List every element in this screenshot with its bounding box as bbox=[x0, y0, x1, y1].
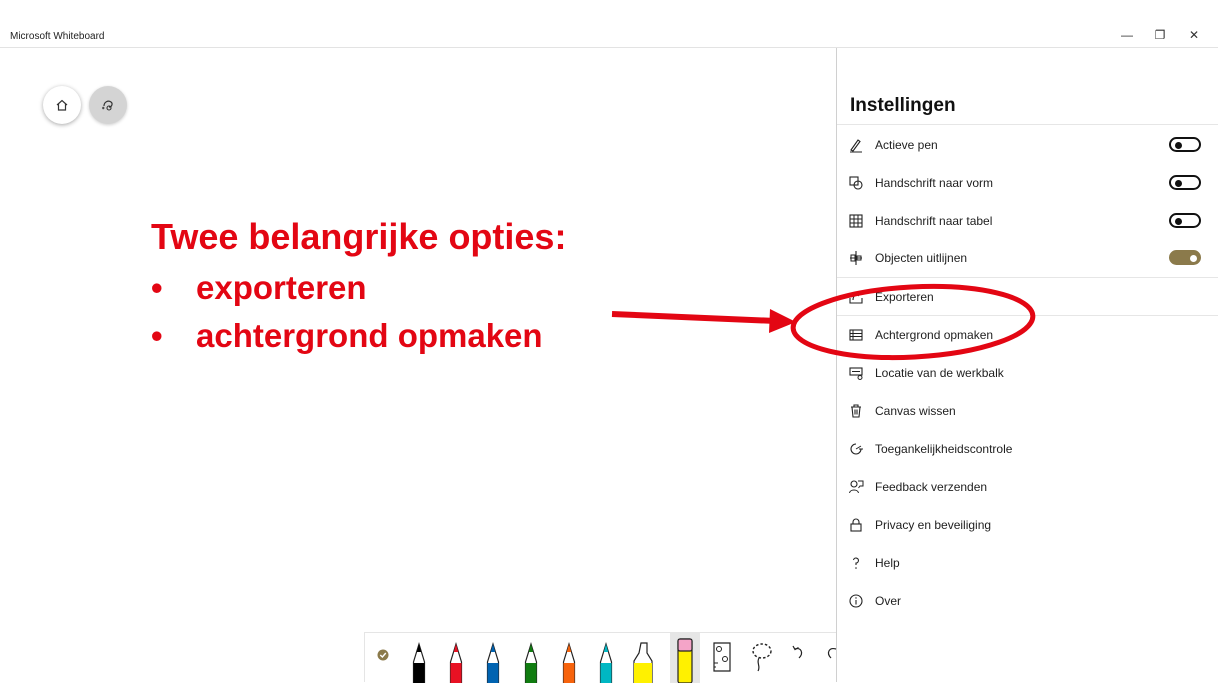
accessibility-icon bbox=[850, 443, 863, 455]
annotation-bullet-label: achtergrond opmaken bbox=[196, 317, 543, 354]
home-icon bbox=[56, 99, 68, 111]
background-icon bbox=[849, 329, 863, 341]
tool-pen-green[interactable] bbox=[516, 633, 546, 684]
setting-row-align-objects[interactable]: Objecten uitlijnen bbox=[837, 239, 1218, 277]
tool-ruler[interactable] bbox=[707, 633, 737, 683]
menu-label: Feedback verzenden bbox=[875, 480, 988, 494]
inking-toolbar bbox=[364, 632, 837, 684]
tool-pen-teal[interactable] bbox=[591, 633, 621, 684]
redo-icon bbox=[827, 648, 837, 659]
table-icon bbox=[849, 214, 863, 228]
menu-item-about[interactable]: Over bbox=[837, 582, 1218, 620]
menu-item-export[interactable]: Exporteren bbox=[837, 278, 1218, 316]
tool-pen-black[interactable] bbox=[404, 633, 434, 684]
menu-label: Achtergrond opmaken bbox=[875, 328, 994, 342]
toolbar-location-icon bbox=[849, 367, 863, 380]
menu-label: Help bbox=[875, 556, 900, 570]
menu-item-help[interactable]: Help bbox=[837, 544, 1218, 582]
tool-finish[interactable] bbox=[368, 633, 398, 683]
annotation-bullet-background: • achtergrond opmaken bbox=[151, 317, 543, 355]
eraser-icon bbox=[677, 638, 693, 684]
setting-row-ink-to-table[interactable]: Handschrift naar tabel bbox=[837, 202, 1218, 240]
toggle-knob bbox=[1175, 141, 1182, 149]
pen-red-icon bbox=[449, 641, 463, 684]
export-icon bbox=[849, 291, 863, 304]
ruler-icon bbox=[713, 642, 731, 672]
app-title: Microsoft Whiteboard bbox=[10, 31, 105, 42]
bullet-marker: • bbox=[151, 269, 163, 306]
setting-row-active-pen[interactable]: Actieve pen bbox=[837, 126, 1218, 164]
info-icon bbox=[849, 594, 863, 608]
highlighter-yellow-icon bbox=[633, 642, 653, 684]
tool-pen-orange[interactable] bbox=[554, 633, 584, 684]
toggle-active-pen[interactable] bbox=[1169, 137, 1201, 152]
menu-item-format-background[interactable]: Achtergrond opmaken bbox=[837, 316, 1218, 354]
toggle-knob bbox=[1190, 254, 1197, 262]
toggle-align-objects[interactable] bbox=[1169, 250, 1201, 265]
minimize-button[interactable]: — bbox=[1116, 26, 1138, 44]
shapes-icon bbox=[849, 176, 863, 190]
tool-eraser[interactable] bbox=[670, 633, 700, 684]
menu-item-send-feedback[interactable]: Feedback verzenden bbox=[837, 468, 1218, 506]
tool-pen-red[interactable] bbox=[441, 633, 471, 684]
title-bar: Microsoft Whiteboard — ❐ ✕ bbox=[0, 0, 1218, 48]
tool-redo[interactable] bbox=[815, 633, 845, 683]
menu-label: Exporteren bbox=[875, 290, 934, 304]
settings-title: Instellingen bbox=[850, 95, 956, 116]
close-button[interactable]: ✕ bbox=[1183, 26, 1205, 44]
settings-panel: Instellingen Actieve pen Handschrift naa… bbox=[836, 48, 1218, 682]
annotation-heading: Twee belangrijke opties: bbox=[151, 216, 567, 257]
menu-item-clear-canvas[interactable]: Canvas wissen bbox=[837, 392, 1218, 430]
setting-row-ink-to-shape[interactable]: Handschrift naar vorm bbox=[837, 164, 1218, 202]
home-button[interactable] bbox=[43, 86, 81, 124]
help-icon bbox=[852, 557, 859, 569]
annotation-bullet-export: • exporteren bbox=[151, 269, 367, 307]
pen-blue-icon bbox=[486, 641, 500, 684]
lock-icon bbox=[850, 518, 862, 532]
feedback-icon bbox=[849, 480, 864, 494]
annotation-bullet-label: exporteren bbox=[196, 269, 367, 306]
menu-label: Privacy en beveiliging bbox=[875, 518, 992, 532]
tool-pen-blue[interactable] bbox=[478, 633, 508, 684]
bullet-marker: • bbox=[151, 317, 163, 354]
pen-icon bbox=[850, 139, 862, 153]
tool-undo[interactable] bbox=[783, 633, 813, 683]
toggle-ink-to-shape[interactable] bbox=[1169, 175, 1201, 190]
whiteboard-canvas[interactable] bbox=[0, 48, 836, 682]
toggle-ink-to-table[interactable] bbox=[1169, 213, 1201, 228]
invite-button[interactable] bbox=[89, 86, 127, 124]
pen-green-icon bbox=[524, 641, 538, 684]
menu-label: Canvas wissen bbox=[875, 404, 956, 418]
setting-label: Actieve pen bbox=[875, 138, 938, 152]
setting-label: Handschrift naar tabel bbox=[875, 214, 993, 228]
undo-icon bbox=[792, 645, 803, 659]
setting-label: Objecten uitlijnen bbox=[875, 251, 968, 265]
menu-label: Toegankelijkheidscontrole bbox=[875, 442, 1013, 456]
restore-button[interactable]: ❐ bbox=[1149, 26, 1171, 44]
pen-teal-icon bbox=[599, 641, 613, 684]
menu-item-toolbar-location[interactable]: Locatie van de werkbalk bbox=[837, 354, 1218, 392]
tool-highlighter-yellow[interactable] bbox=[628, 633, 658, 684]
divider bbox=[837, 124, 1218, 125]
tool-lasso[interactable] bbox=[747, 633, 777, 683]
menu-label: Locatie van de werkbalk bbox=[875, 366, 1004, 380]
trash-icon bbox=[851, 404, 861, 418]
invite-icon bbox=[102, 100, 113, 111]
pen-black-icon bbox=[412, 641, 426, 684]
menu-item-accessibility-checker[interactable]: Toegankelijkheidscontrole bbox=[837, 430, 1218, 468]
menu-item-privacy-security[interactable]: Privacy en beveiliging bbox=[837, 506, 1218, 544]
lasso-icon bbox=[752, 643, 772, 672]
pen-orange-icon bbox=[562, 641, 576, 684]
toggle-knob bbox=[1175, 217, 1182, 225]
finish-check-icon bbox=[377, 649, 389, 661]
align-icon bbox=[850, 251, 862, 265]
setting-label: Handschrift naar vorm bbox=[875, 176, 994, 190]
toggle-knob bbox=[1175, 179, 1182, 187]
menu-label: Over bbox=[875, 594, 902, 608]
